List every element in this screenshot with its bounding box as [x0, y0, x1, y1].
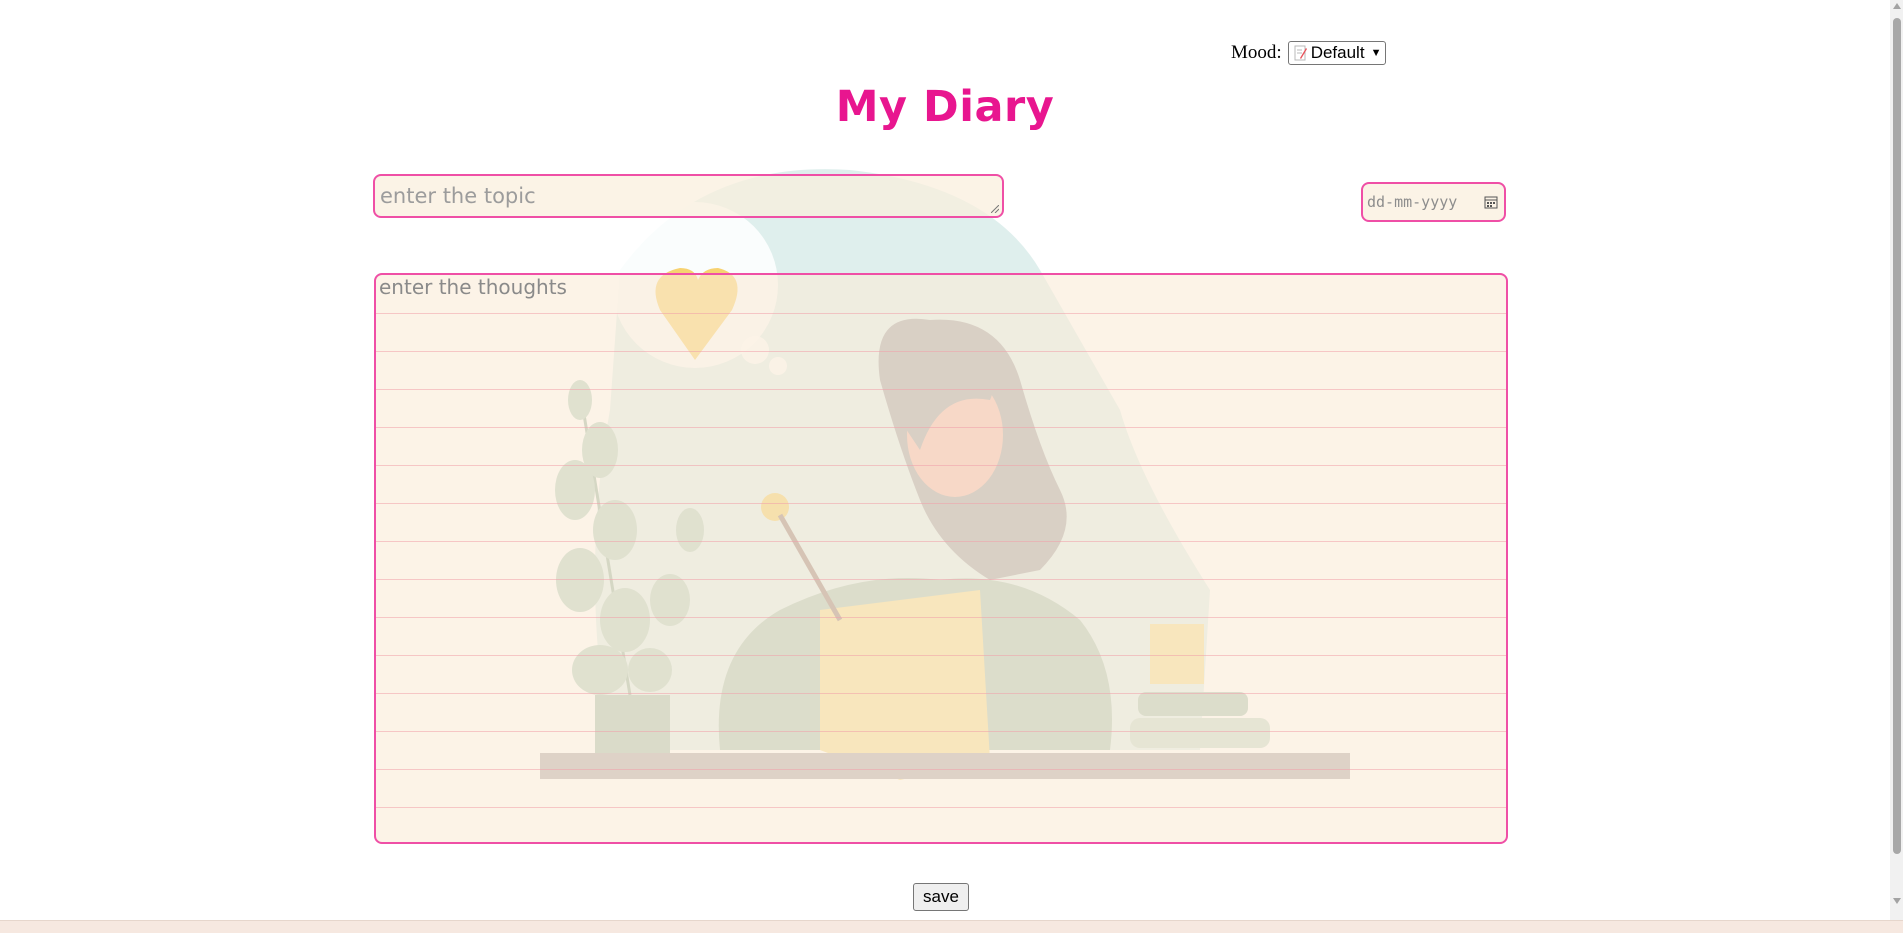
mood-control: Mood: Default ▼	[1231, 41, 1387, 65]
topic-input[interactable]: enter the topic	[373, 174, 1004, 218]
taskbar-strip	[0, 920, 1903, 933]
resize-handle-icon[interactable]	[991, 205, 999, 213]
scroll-up-icon[interactable]	[1893, 3, 1901, 9]
page-scrollbar[interactable]	[1890, 0, 1903, 920]
chevron-down-icon: ▼	[1370, 47, 1382, 59]
scrollbar-thumb[interactable]	[1893, 18, 1901, 854]
mood-label: Mood:	[1231, 42, 1282, 63]
memo-icon	[1294, 45, 1307, 61]
scroll-down-icon[interactable]	[1893, 898, 1901, 904]
topic-placeholder: enter the topic	[380, 184, 536, 208]
thoughts-textarea[interactable]: enter the thoughts	[374, 273, 1508, 844]
calendar-icon[interactable]	[1484, 195, 1498, 209]
save-button[interactable]: save	[913, 883, 969, 911]
date-input[interactable]: dd-mm-yyyy	[1361, 182, 1506, 222]
date-placeholder: dd-mm-yyyy	[1367, 193, 1458, 211]
thoughts-placeholder: enter the thoughts	[379, 275, 567, 299]
page-title: My Diary	[835, 82, 1055, 132]
diary-page: Mood: Default ▼ My Diary enter the topic…	[0, 0, 1890, 920]
mood-selected-value: Default	[1310, 43, 1365, 62]
mood-select[interactable]: Default ▼	[1287, 41, 1387, 65]
